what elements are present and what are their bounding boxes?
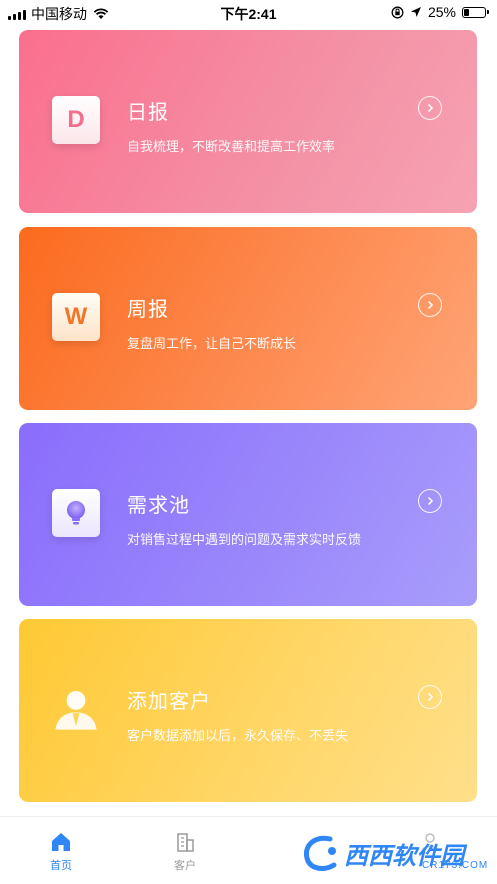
card-desc: 客户数据添加以后，永久保存、不丢失: [127, 728, 349, 743]
tab-customer[interactable]: 客户: [145, 831, 225, 873]
weekly-report-icon: W: [52, 293, 100, 341]
chevron-right-circle-icon[interactable]: [418, 489, 442, 513]
card-title: 需求池: [127, 495, 190, 517]
tab-customer-label: 客户: [174, 860, 196, 872]
card-desc: 对销售过程中遇到的问题及需求实时反馈: [127, 532, 362, 547]
watermark-swoosh-icon: [304, 835, 337, 871]
card-title: 日报: [127, 102, 169, 124]
card-title: 添加客户: [127, 691, 211, 713]
card-title: 周报: [127, 299, 169, 321]
battery-fill: [464, 8, 469, 16]
card-desc: 自我梳理，不断改善和提高工作效率: [127, 139, 336, 154]
status-right: 25%: [391, 4, 489, 20]
tab-home-label: 首页: [50, 860, 72, 872]
home-icon: [52, 833, 70, 851]
daily-report-icon: D: [52, 96, 100, 144]
battery-icon: [462, 6, 489, 18]
chevron-right-circle-icon[interactable]: [418, 685, 442, 709]
card-desc: 复盘周工作，让自己不断成长: [127, 336, 297, 351]
watermark-sub: CR173.COM: [422, 860, 489, 871]
status-bar: 中国移动 下午2:41 25%: [0, 0, 497, 26]
chevron-right-circle-icon[interactable]: [418, 293, 442, 317]
location-icon: [410, 7, 421, 17]
card-weekly-report[interactable]: W 周报 复盘周工作，让自己不断成长: [19, 227, 477, 410]
lightbulb-icon: [52, 489, 100, 537]
watermark-logo: 西西软件园 CR173.COM: [300, 828, 490, 878]
orientation-lock-icon: [391, 6, 404, 18]
card-add-customer[interactable]: 添加客户 客户数据添加以后，永久保存、不丢失: [19, 619, 477, 802]
tab-home[interactable]: 首页: [21, 831, 101, 873]
battery-percent: 25%: [427, 4, 456, 20]
card-daily-report[interactable]: D 日报 自我梳理，不断改善和提高工作效率: [19, 30, 477, 213]
person-icon: [52, 685, 100, 733]
chevron-right-circle-icon[interactable]: [418, 96, 442, 120]
card-demand-pool[interactable]: 需求池 对销售过程中遇到的问题及需求实时反馈: [19, 423, 477, 606]
building-icon: [177, 833, 194, 852]
